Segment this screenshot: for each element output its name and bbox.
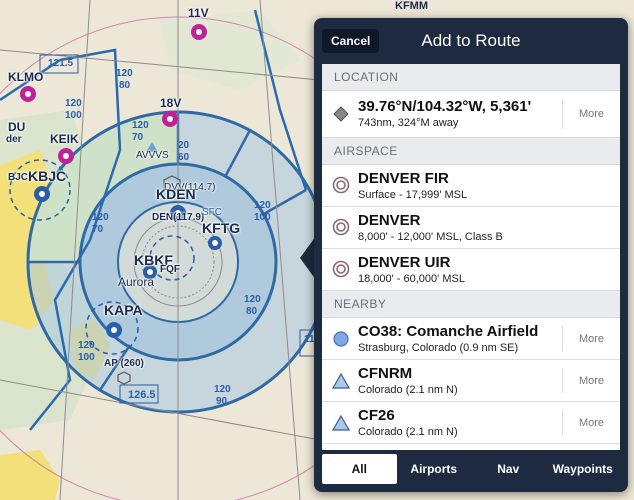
alt-120c: 120 bbox=[132, 120, 149, 131]
map-label-kden: KDEN bbox=[156, 186, 196, 202]
map-label-kfmm: KFMM bbox=[395, 0, 428, 12]
add-to-route-popover: Cancel Add to Route LOCATION 39.76°N/104… bbox=[314, 18, 628, 492]
airspace-row[interactable]: DENVER UIR 18,000' - 60,000' MSL bbox=[322, 249, 620, 291]
section-header-nearby: NEARBY bbox=[322, 291, 620, 318]
nearby-row[interactable]: CFNRM Colorado (2.1 nm N) More bbox=[322, 360, 620, 402]
map-label-aurora: Aurora bbox=[118, 275, 155, 289]
airspace-icon bbox=[332, 260, 350, 278]
nearby-title: CFNRM bbox=[358, 365, 413, 382]
map-label-klmo: KLMO bbox=[8, 70, 44, 84]
map-label-den: DEN(117.9) bbox=[152, 212, 205, 223]
tab-airports[interactable]: Airports bbox=[397, 454, 472, 484]
alt-120h: 120 bbox=[214, 384, 231, 395]
nearby-location: Colorado (2.1 nm N) bbox=[358, 426, 458, 438]
location-distance: 743nm, 324°M away bbox=[358, 117, 459, 129]
airspace-altitudes: Surface - 17,999' MSL bbox=[358, 189, 468, 201]
map-label-der: der bbox=[6, 134, 22, 145]
nearby-more-button[interactable]: More bbox=[562, 368, 620, 393]
alt-120: 120 bbox=[116, 68, 133, 79]
map-label-keik: KEIK bbox=[50, 132, 79, 146]
alt-120f: 120 bbox=[244, 294, 261, 305]
popover-header: Cancel Add to Route bbox=[314, 18, 628, 62]
nearby-row[interactable]: CO38: Comanche Airfield Strasburg, Color… bbox=[322, 318, 620, 360]
filter-tab-bar: All Airports Nav Waypoints bbox=[322, 454, 620, 484]
nearby-location: Colorado (2.1 nm N) bbox=[358, 384, 458, 396]
airspace-title: DENVER UIR bbox=[358, 254, 451, 271]
alt-100b: 100 bbox=[254, 212, 271, 223]
tab-all[interactable]: All bbox=[322, 454, 397, 484]
location-coordinates: 39.76°N/104.32°W, 5,361' bbox=[358, 98, 532, 115]
alt-100c: 100 bbox=[78, 352, 95, 363]
alt-100: 100 bbox=[65, 110, 82, 121]
waypoint-triangle-icon bbox=[332, 414, 350, 431]
airport-circle-icon bbox=[333, 331, 349, 347]
alt-70b: 70 bbox=[92, 224, 104, 235]
nearby-title: CF26 bbox=[358, 407, 395, 424]
map-label-18v: 18V bbox=[160, 96, 182, 110]
map-label-kftg: KFTG bbox=[202, 220, 241, 236]
map-label-kbjc: KBJC bbox=[28, 168, 67, 184]
nearby-title: CO38: Comanche Airfield bbox=[358, 323, 539, 340]
alt-80b: 80 bbox=[246, 306, 258, 317]
alt-120d: 120 bbox=[92, 212, 109, 223]
nearby-location: Strasburg, Colorado (0.9 nm SE) bbox=[358, 342, 519, 354]
map-label-126-5: 126.5 bbox=[128, 389, 156, 401]
alt-20: 20 bbox=[178, 140, 190, 151]
alt-60: 60 bbox=[178, 152, 190, 163]
airspace-altitudes: 18,000' - 60,000' MSL bbox=[358, 273, 465, 285]
alt-120e: 120 bbox=[254, 200, 271, 211]
map-label-avvvs: AVVVS bbox=[136, 150, 169, 161]
map-label-121-5: 121.5 bbox=[48, 58, 74, 69]
alt-70: 70 bbox=[132, 132, 144, 143]
airspace-altitudes: 8,000' - 12,000' MSL, Class B bbox=[358, 231, 503, 243]
map-label-kapa: KAPA bbox=[104, 302, 143, 318]
airspace-row[interactable]: DENVER 8,000' - 12,000' MSL, Class B bbox=[322, 207, 620, 249]
alt-11: 11 bbox=[304, 334, 315, 345]
airspace-title: DENVER bbox=[358, 212, 421, 229]
map-label-ap: AP (260) bbox=[104, 358, 144, 369]
section-header-airspace: AIRSPACE bbox=[322, 138, 620, 165]
section-header-location: LOCATION bbox=[322, 64, 620, 91]
alt-120g: 120 bbox=[78, 340, 95, 351]
nearby-row[interactable]: CF26 Colorado (2.1 nm N) More bbox=[322, 402, 620, 444]
location-more-button[interactable]: More bbox=[562, 99, 620, 129]
tab-waypoints[interactable]: Waypoints bbox=[546, 454, 621, 484]
map-label-11v: 11V bbox=[188, 6, 209, 20]
nearby-more-button[interactable]: More bbox=[562, 326, 620, 351]
waypoint-triangle-icon bbox=[332, 372, 350, 389]
map-label-sfc: SFC bbox=[202, 207, 222, 218]
airspace-title: DENVER FIR bbox=[358, 170, 449, 187]
airspace-row[interactable]: DENVER FIR Surface - 17,999' MSL bbox=[322, 165, 620, 207]
popover-title: Add to Route bbox=[421, 31, 521, 50]
map-label-du: DU bbox=[8, 120, 26, 134]
location-diamond-icon bbox=[333, 106, 349, 122]
alt-90: 90 bbox=[216, 396, 228, 407]
airspace-icon bbox=[332, 176, 350, 194]
results-list[interactable]: LOCATION 39.76°N/104.32°W, 5,361' 743nm,… bbox=[322, 64, 620, 450]
alt-120b: 120 bbox=[65, 98, 82, 109]
map-label-bjc: BJC bbox=[8, 172, 29, 183]
tab-nav[interactable]: Nav bbox=[471, 454, 546, 484]
alt-80: 80 bbox=[119, 80, 131, 91]
location-row[interactable]: 39.76°N/104.32°W, 5,361' 743nm, 324°M aw… bbox=[322, 91, 620, 138]
airspace-icon bbox=[332, 218, 350, 236]
map-label-fqf: FQF bbox=[160, 264, 180, 275]
nearby-more-button[interactable]: More bbox=[562, 410, 620, 435]
